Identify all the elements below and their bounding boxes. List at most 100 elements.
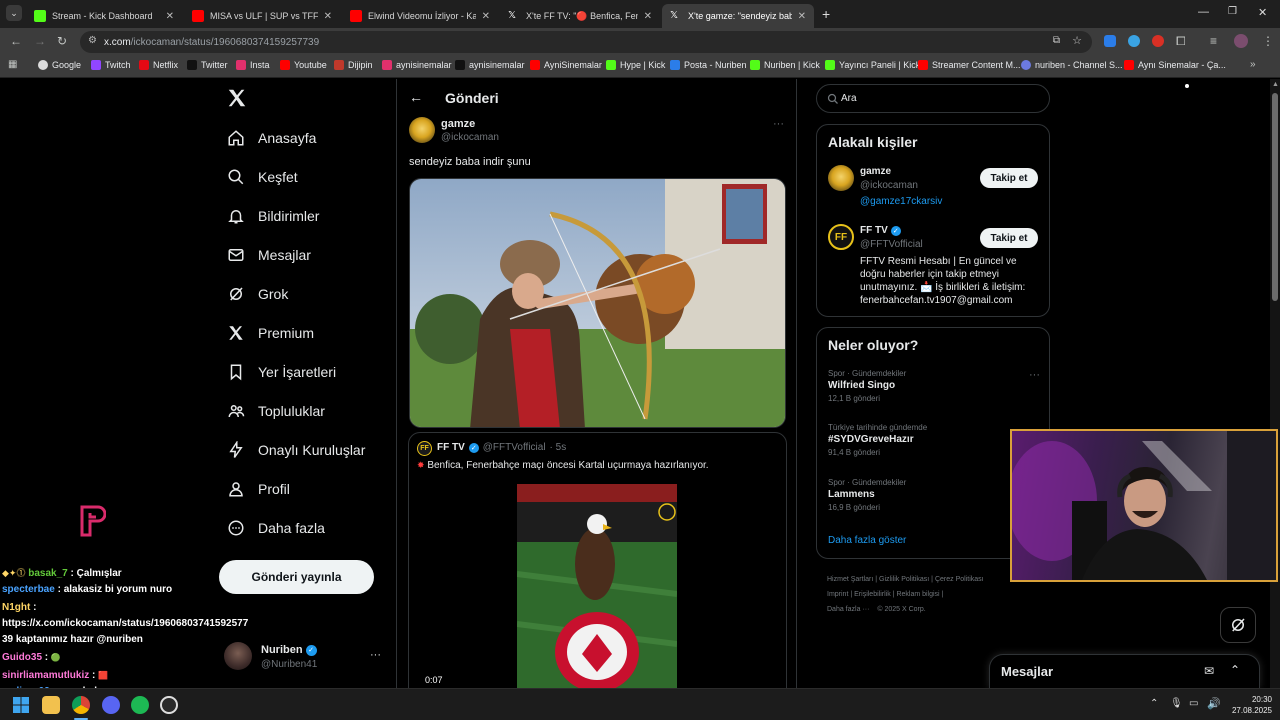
bookmark-nuriben-kick[interactable]: Nuriben | Kick (750, 60, 820, 70)
nav-verified-orgs[interactable]: Onaylı Kuruluşlar (226, 440, 365, 460)
network-icon[interactable]: ▭ (1189, 698, 1198, 709)
person-name[interactable]: gamze (860, 166, 891, 177)
messages-drawer[interactable]: Mesajlar ✉ ⌃ (989, 654, 1260, 688)
clock[interactable]: 20:30 27.08.2025 (1228, 694, 1272, 716)
quote-video[interactable] (517, 484, 677, 694)
reading-list-icon[interactable]: ≡ (1210, 34, 1217, 48)
nav-premium[interactable]: Premium (226, 323, 314, 343)
bookmark-youtube[interactable]: Youtube (280, 60, 327, 70)
tab-youtube-misa[interactable]: MISA vs ULF | SUP vs TFF | BW vs ✕ (184, 4, 340, 28)
nav-home[interactable]: Anasayfa (226, 128, 316, 148)
bookmark-twitter[interactable]: Twitter (187, 60, 228, 70)
footer-link[interactable]: Hizmet Şartları (827, 576, 873, 583)
post-image[interactable] (409, 178, 786, 428)
nav-notifications[interactable]: Bildirimler (226, 206, 319, 226)
site-info-icon[interactable]: ⚙ (88, 35, 97, 46)
menu-kebab-icon[interactable]: ⋮ (1262, 34, 1274, 48)
extension-shield-icon[interactable] (1104, 35, 1116, 47)
tab-kick-dashboard[interactable]: Stream - Kick Dashboard ✕ (26, 4, 182, 28)
nav-grok[interactable]: Grok (226, 284, 288, 304)
new-tab-button[interactable]: + (822, 6, 830, 22)
trend-more-icon[interactable]: ··· (1029, 369, 1040, 381)
more-bookmarks-chevron-icon[interactable]: » (1250, 59, 1256, 70)
tab-x-gamze[interactable]: 𝕏 X'te gamze: "sendeyiz baba indir ✕ (662, 4, 814, 28)
x-logo-icon[interactable] (226, 87, 248, 109)
bookmark-insta[interactable]: Insta (236, 60, 270, 70)
footer-link[interactable]: Gizlilik Politikası (879, 576, 929, 583)
address-bar[interactable]: ⚙ x.com/ickocaman/status/196068037415925… (80, 31, 1092, 53)
expand-chevron-icon[interactable]: ⌃ (1230, 663, 1240, 677)
nav-more[interactable]: Daha fazla (226, 518, 325, 538)
author-avatar[interactable] (409, 117, 435, 143)
footer-link[interactable]: Reklam bilgisi (896, 591, 939, 598)
obs-icon[interactable] (160, 696, 178, 714)
reload-icon[interactable]: ↻ (57, 34, 67, 48)
back-arrow-icon[interactable]: ← (10, 34, 22, 48)
account-switcher[interactable]: Nuriben ✓ @Nuriben41 ··· (224, 640, 384, 674)
footer-link[interactable]: Imprint (827, 591, 848, 598)
follow-button-fftv[interactable]: Takip et (980, 228, 1038, 248)
person-link[interactable]: @gamze17ckarsiv (860, 196, 942, 207)
post-button[interactable]: Gönderi yayınla (219, 560, 374, 594)
nav-bookmarks[interactable]: Yer İşaretleri (226, 362, 336, 382)
nav-communities[interactable]: Topluluklar (226, 401, 325, 421)
extensions-puzzle-icon[interactable]: ⧠ (1176, 34, 1186, 49)
back-button[interactable]: ← (409, 89, 423, 105)
author-handle[interactable]: @ickocaman (441, 132, 499, 143)
bookmark-google[interactable]: Google (38, 60, 81, 70)
bookmark-yayinci-paneli[interactable]: Yayıncı Paneli | Kick (825, 60, 920, 70)
chrome-icon[interactable] (72, 696, 90, 714)
minimize-button[interactable]: — (1198, 6, 1209, 18)
close-icon[interactable]: ✕ (798, 11, 806, 22)
close-window-button[interactable]: ✕ (1258, 6, 1267, 19)
tab-youtube-elwind[interactable]: Elwind Videomu İzliyor - Kaan Yıl ✕ (342, 4, 498, 28)
nav-explore[interactable]: Keşfet (226, 167, 298, 187)
tab-search-button[interactable]: ⌄ (6, 5, 22, 21)
tray-chevron-icon[interactable]: ⌃ (1150, 698, 1158, 709)
person-name[interactable]: FF TV (860, 225, 888, 236)
bookmark-aynisinemalar-2[interactable]: aynisinemalar (455, 60, 525, 70)
bookmark-channel-studio[interactable]: nuriben - Channel S... (1021, 60, 1123, 70)
footer-link[interactable]: Çerez Politikası (935, 576, 984, 583)
nav-profile[interactable]: Profil (226, 479, 290, 499)
bookmark-aynisinemalar-1[interactable]: aynisinemalar (382, 60, 452, 70)
microphone-icon[interactable]: 🎙 (1170, 698, 1183, 709)
bookmark-posta[interactable]: Posta - Nuriben (670, 60, 747, 70)
bookmark-dijipin[interactable]: Dijipin (334, 60, 373, 70)
extension-red-icon[interactable] (1152, 35, 1164, 47)
person-avatar-gamze[interactable] (828, 165, 854, 191)
bookmark-netflix[interactable]: Netflix (139, 60, 178, 70)
spotify-icon[interactable] (131, 696, 149, 714)
profile-avatar-icon[interactable] (1234, 34, 1248, 48)
trend-item[interactable]: Spor · Gündemdekiler Lammens 16,9 B gönd… (828, 478, 1040, 512)
bookmark-ayni-sinemalar[interactable]: Aynı Sinemalar - Ça... (1124, 60, 1226, 70)
extension-globe-icon[interactable] (1128, 35, 1140, 47)
post-more-icon[interactable]: ··· (773, 118, 784, 130)
install-app-icon[interactable]: ⧉ (1053, 35, 1060, 46)
show-more-link[interactable]: Daha fazla göster (828, 535, 906, 546)
close-icon[interactable]: ✕ (644, 11, 652, 22)
scrollbar-up-arrow-icon[interactable]: ▲ (1272, 81, 1279, 88)
search-box[interactable]: Ara (816, 84, 1050, 113)
bookmark-streamer-content[interactable]: Streamer Content M... (918, 60, 1021, 70)
windows-start-icon[interactable] (12, 696, 30, 714)
maximize-button[interactable]: ❐ (1228, 6, 1237, 17)
footer-link[interactable]: Erişilebilirlik (854, 591, 891, 598)
trend-item[interactable]: Spor · Gündemdekiler Wilfried Singo 12,1… (828, 369, 1040, 403)
volume-icon[interactable]: 🔊 (1207, 697, 1221, 710)
nav-messages[interactable]: Mesajlar (226, 245, 311, 265)
person-avatar-fftv[interactable]: FF (828, 224, 854, 250)
bookmark-hype-kick[interactable]: Hype | Kick (606, 60, 665, 70)
page-scrollbar[interactable]: ▲ (1270, 79, 1280, 688)
close-icon[interactable]: ✕ (482, 11, 490, 22)
grok-float-button[interactable] (1220, 607, 1256, 643)
apps-grid-icon[interactable]: ▦ (8, 59, 17, 70)
follow-button-gamze[interactable]: Takip et (980, 168, 1038, 188)
bookmark-aynisinemalar-3[interactable]: AyniSinemalar (530, 60, 602, 70)
discord-icon[interactable] (102, 696, 120, 714)
author-name[interactable]: gamze (441, 118, 475, 130)
forward-arrow-icon[interactable]: → (34, 34, 46, 48)
account-more-icon[interactable]: ··· (370, 649, 381, 661)
trend-item[interactable]: Türkiye tarihinde gündemde #SYDVGreveHaz… (828, 423, 1040, 457)
bookmark-star-icon[interactable]: ☆ (1072, 34, 1082, 47)
